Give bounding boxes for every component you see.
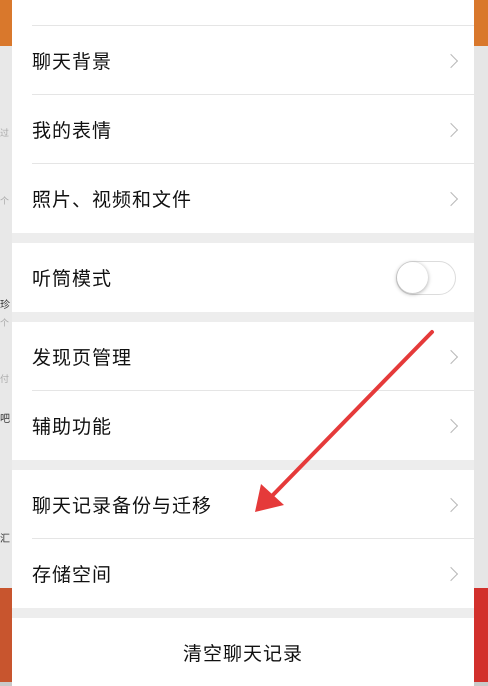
background-text: 过	[0, 129, 10, 139]
earpiece-mode-toggle[interactable]	[396, 260, 456, 295]
chevron-right-icon	[443, 418, 459, 433]
background-text: 个	[0, 319, 10, 329]
clear-chat-history-button[interactable]: 清空聊天记录	[12, 618, 474, 686]
chevron-right-icon	[443, 53, 459, 68]
background-image-strip	[474, 588, 488, 682]
background-image-strip	[474, 0, 488, 46]
background-text: 珍	[0, 300, 10, 311]
toggle-knob	[397, 261, 428, 293]
settings-item-chat-backup-migration[interactable]: 聊天记录备份与迁移	[12, 470, 474, 539]
settings-item-chat-background[interactable]: 聊天背景	[12, 26, 474, 95]
background-image-strip	[0, 0, 12, 46]
settings-item-discover-management[interactable]: 发现页管理	[12, 322, 474, 391]
background-image-strip	[0, 588, 12, 682]
background-text: 个	[0, 197, 10, 207]
settings-group-discover: 发现页管理 辅助功能	[12, 322, 474, 460]
chat-settings-panel: 聊天背景 我的表情 照片、视频和文件 听筒模式 发现页管理 辅助功能 聊天记录备…	[12, 0, 474, 686]
background-text: 吧	[0, 414, 10, 425]
background-text: 付	[0, 375, 10, 385]
settings-item-label: 照片、视频和文件	[32, 189, 193, 211]
background-text: 汇	[0, 534, 10, 545]
clear-chat-history-label: 清空聊天记录	[182, 642, 303, 665]
settings-item-label: 聊天记录备份与迁移	[32, 495, 213, 517]
settings-item-earpiece-mode: 听筒模式	[12, 243, 474, 312]
settings-item-label: 听筒模式	[32, 268, 113, 290]
settings-item-label: 辅助功能	[32, 416, 113, 438]
chevron-right-icon	[443, 497, 459, 512]
chevron-right-icon	[443, 349, 459, 364]
background-app-left: 过 个 珍 个 付 吧 汇	[0, 0, 12, 682]
settings-item-label: 存储空间	[32, 564, 113, 586]
settings-group-chat: 聊天背景 我的表情 照片、视频和文件	[12, 0, 474, 233]
settings-group-storage: 聊天记录备份与迁移 存储空间	[12, 470, 474, 608]
background-app-right	[474, 0, 488, 682]
chevron-right-icon	[443, 566, 459, 581]
settings-item-my-stickers[interactable]: 我的表情	[12, 95, 474, 164]
settings-item-label: 发现页管理	[32, 347, 133, 369]
settings-group-earpiece: 听筒模式	[12, 243, 474, 312]
settings-item-accessibility[interactable]: 辅助功能	[12, 391, 474, 460]
settings-item-label: 聊天背景	[32, 51, 113, 73]
previous-cell-partial	[12, 0, 474, 26]
chevron-right-icon	[443, 122, 459, 137]
chevron-right-icon	[443, 191, 459, 206]
settings-item-storage[interactable]: 存储空间	[12, 539, 474, 608]
settings-item-photos-videos-files[interactable]: 照片、视频和文件	[12, 164, 474, 233]
settings-item-label: 我的表情	[32, 120, 113, 142]
